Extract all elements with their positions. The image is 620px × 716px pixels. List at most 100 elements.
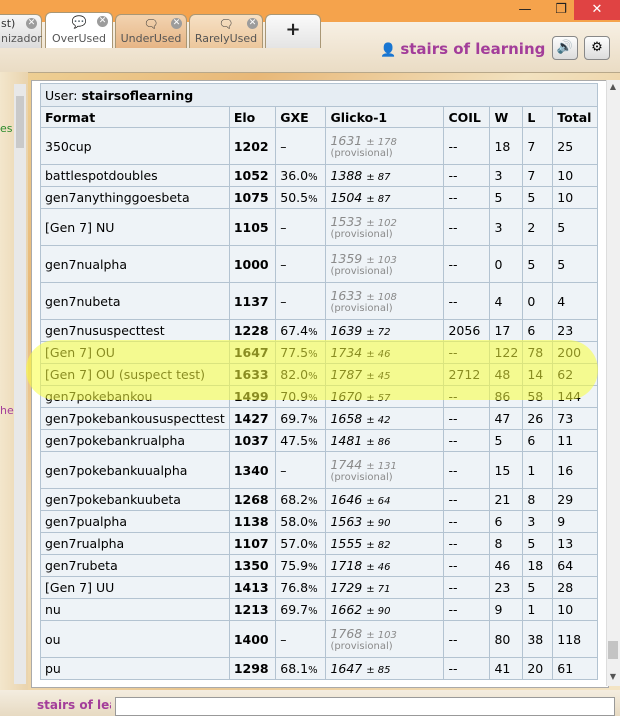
wins-cell: 80 <box>489 620 524 658</box>
losses-cell: 26 <box>522 407 554 430</box>
elo-value: 1037 <box>233 433 269 448</box>
ladder-row: gen7nususpecttest 1228 67.4% 1639 ± 72 2056 1… <box>40 319 598 342</box>
user-badge[interactable]: 👤 stairs of learning <box>380 38 545 60</box>
new-tab-button[interactable]: + <box>265 14 321 48</box>
losses-cell: 58 <box>522 385 554 408</box>
col-format: Format <box>40 106 230 128</box>
glicko-deviation: ± 131 <box>366 460 397 472</box>
glicko-value: 1718 <box>330 558 363 573</box>
glicko-deviation: ± 82 <box>366 540 391 551</box>
format-name: [Gen 7] OU <box>45 345 115 360</box>
losses-cell: 7 <box>522 164 554 187</box>
elo-value: 1340 <box>233 462 269 478</box>
wins-value: 80 <box>494 631 511 647</box>
coil-value: -- <box>448 433 458 448</box>
losses-value: 78 <box>527 345 544 360</box>
losses-value: 26 <box>527 411 544 426</box>
format-name: gen7rualpha <box>45 536 125 551</box>
format-cell: gen7pokebankrualpha <box>40 429 230 452</box>
total-value: 9 <box>557 514 566 529</box>
losses-cell: 78 <box>522 341 554 364</box>
user-header-cell: User: stairsoflearning <box>40 83 598 107</box>
ladder-popup: User: stairsoflearning Format Elo GXE Gl… <box>31 80 609 688</box>
close-tab-icon[interactable]: ✕ <box>26 18 37 29</box>
chat-input[interactable] <box>115 697 615 716</box>
gxe-cell: 69.7% <box>275 407 327 430</box>
ladder-scrollbar[interactable] <box>606 80 620 686</box>
wins-cell: 8 <box>489 532 524 555</box>
total-cell: 200 <box>552 341 598 364</box>
format-cell: gen7nubeta <box>40 282 230 320</box>
glicko-deviation: ± 46 <box>366 349 391 360</box>
gxe-value: 77.5 <box>280 345 309 360</box>
total-cell: 118 <box>552 620 598 658</box>
elo-value: 1400 <box>233 631 269 647</box>
scroll-up-icon[interactable]: ▲ <box>607 82 619 94</box>
ladder-row: [Gen 7] NU 1105–1533 ± 102 (provisional) --… <box>40 208 598 246</box>
wins-value: 3 <box>494 168 503 183</box>
glicko-cell: 1504 ± 87 <box>325 186 445 209</box>
gxe-unit: % <box>308 540 318 551</box>
tab-partial-room[interactable]: st) nizador ✕ <box>0 14 42 48</box>
left-scrollbar-thumb[interactable] <box>16 96 24 148</box>
ladder-scrollbar-thumb[interactable] <box>608 641 618 659</box>
glicko-value: 1633 <box>330 287 363 303</box>
total-cell: 5 <box>552 208 598 246</box>
losses-cell: 7 <box>522 127 554 165</box>
elo-value: 1350 <box>233 558 269 573</box>
left-scrollbar[interactable] <box>14 84 26 684</box>
ladder-row: gen7anythinggoesbeta 1075 50.5% 1504 ± 87 --… <box>40 186 598 209</box>
minimize-button[interactable]: — <box>510 0 540 20</box>
glicko-cell: 1718 ± 46 <box>325 554 445 577</box>
tab-label: nizador <box>1 32 42 45</box>
tab-label: RarelyUsed <box>194 32 258 45</box>
tab-rarelyused[interactable]: 🗨 RarelyUsed ✕ <box>189 14 263 48</box>
tab-overused[interactable]: 💬 OverUsed ✕ <box>45 12 113 48</box>
elo-cell: 1350 <box>228 554 277 577</box>
total-value: 64 <box>557 558 574 573</box>
total-value: 28 <box>557 580 574 595</box>
wins-value: 41 <box>494 661 511 676</box>
coil-cell: -- <box>443 127 491 165</box>
glicko-deviation: ± 90 <box>366 518 391 529</box>
format-name: [Gen 7] UU <box>45 580 115 595</box>
scroll-down-icon[interactable]: ▼ <box>607 672 619 684</box>
sound-button[interactable]: 🔊 <box>552 36 578 60</box>
elo-cell: 1052 <box>228 164 277 187</box>
user-icon: 👤 <box>380 43 397 58</box>
glicko-deviation: ± 102 <box>366 217 397 229</box>
total-value: 73 <box>557 411 574 426</box>
glicko-deviation: ± 178 <box>366 136 397 148</box>
total-value: 29 <box>557 492 574 507</box>
gear-icon: ⚙ <box>591 40 603 55</box>
coil-cell: -- <box>443 510 491 533</box>
close-window-button[interactable]: ✕ <box>574 0 620 20</box>
wins-value: 48 <box>494 367 511 382</box>
col-coil: COIL <box>443 106 491 128</box>
losses-cell: 20 <box>522 657 554 680</box>
maximize-button[interactable]: ❐ <box>546 0 576 20</box>
gxe-cell: 69.7% <box>275 598 327 621</box>
glicko-cell: 1555 ± 82 <box>325 532 445 555</box>
col-w: W <box>489 106 524 128</box>
close-tab-icon[interactable]: ✕ <box>97 16 108 27</box>
gxe-value: 67.4 <box>280 323 309 338</box>
options-button[interactable]: ⚙ <box>584 36 610 60</box>
gxe-value: – <box>280 293 287 309</box>
total-cell: 144 <box>552 385 598 408</box>
wins-cell: 3 <box>489 208 524 246</box>
format-name: nu <box>45 602 61 617</box>
close-tab-icon[interactable]: ✕ <box>171 18 182 29</box>
tab-underused[interactable]: 🗨 UnderUsed ✕ <box>115 14 187 48</box>
coil-value: -- <box>448 602 458 617</box>
gxe-unit: % <box>308 562 318 573</box>
ladder-row: [Gen 7] UU 1413 76.8% 1729 ± 71 -- 23 5 28 <box>40 576 598 599</box>
total-cell: 16 <box>552 451 598 489</box>
column-header-row: Format Elo GXE Glicko-1 COIL W L Total <box>40 106 598 128</box>
format-cell: gen7nualpha <box>40 245 230 283</box>
wins-value: 21 <box>494 492 511 507</box>
close-tab-icon[interactable]: ✕ <box>247 18 258 29</box>
wins-value: 86 <box>494 389 511 404</box>
glicko-deviation: ± 87 <box>366 172 391 183</box>
losses-cell: 18 <box>522 554 554 577</box>
